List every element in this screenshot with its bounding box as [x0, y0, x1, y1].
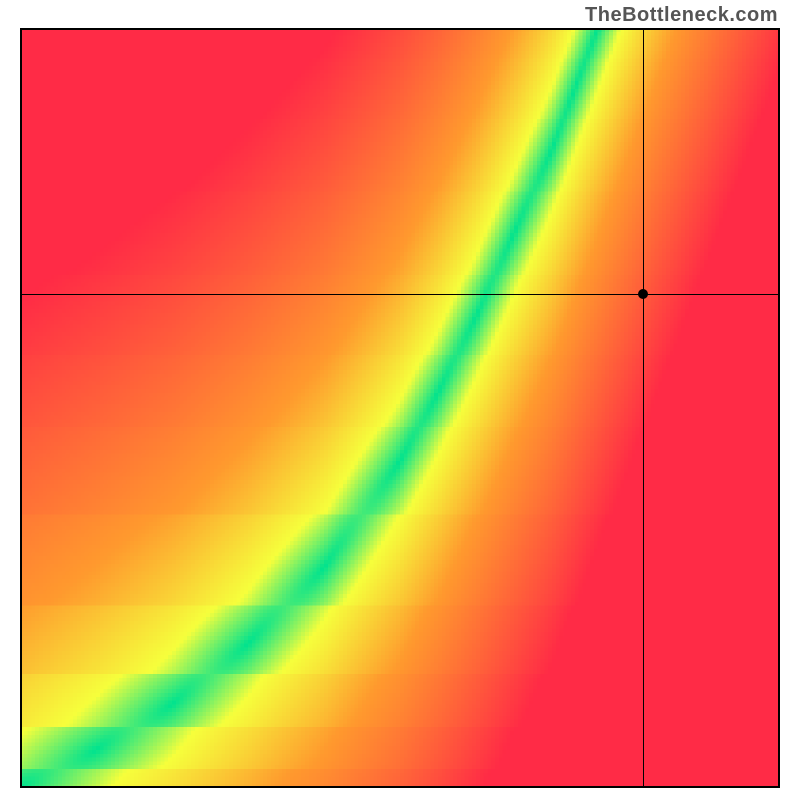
crosshair-horizontal [20, 294, 780, 295]
heatmap-canvas [20, 28, 780, 788]
attribution-text: TheBottleneck.com [585, 4, 778, 27]
heatmap-plot [20, 28, 780, 788]
selected-point-marker [638, 289, 648, 299]
crosshair-vertical [643, 28, 644, 788]
